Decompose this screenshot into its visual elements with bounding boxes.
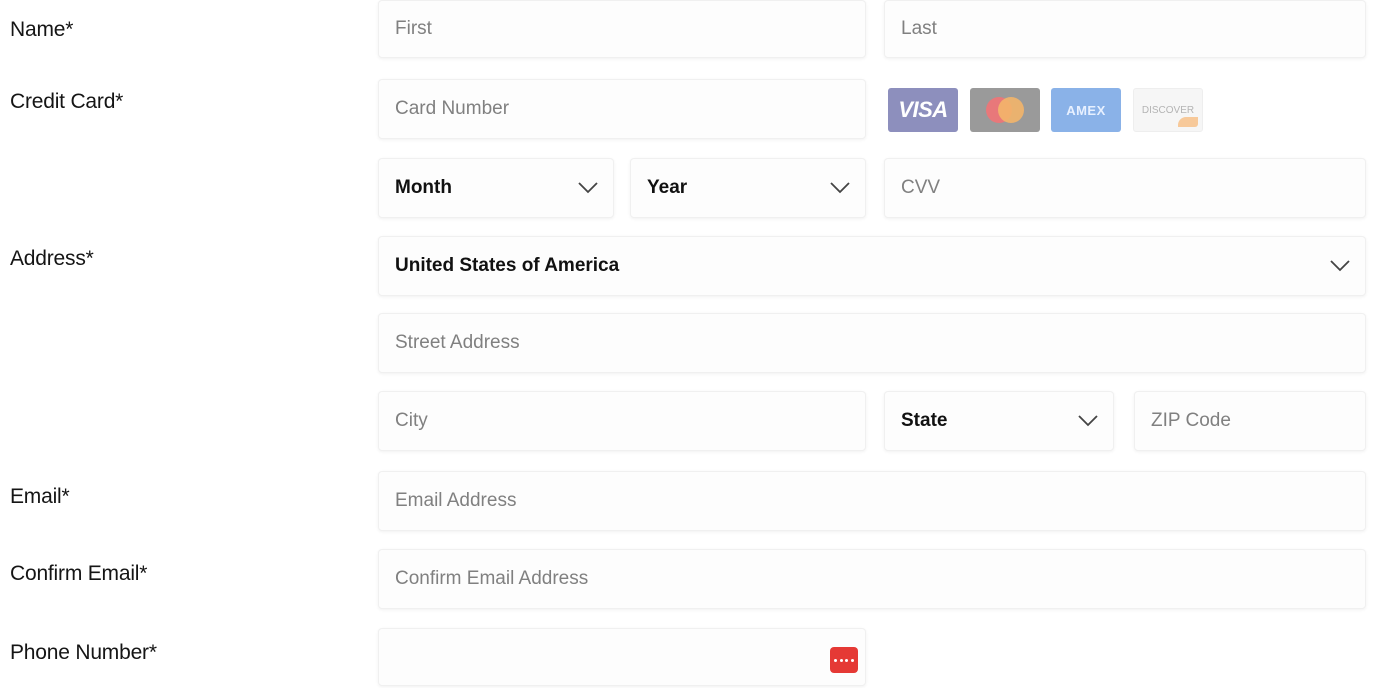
city-input[interactable] (395, 392, 851, 450)
cvv-field[interactable] (884, 158, 1366, 218)
first-name-input[interactable] (395, 1, 851, 57)
mastercard-icon (970, 88, 1040, 132)
password-manager-icon[interactable] (830, 647, 858, 673)
visa-text: VISA (898, 97, 948, 122)
month-select[interactable]: Month (378, 158, 614, 218)
email-field[interactable] (378, 471, 1366, 531)
zip-code-input[interactable] (1151, 392, 1351, 450)
street-address-input[interactable] (395, 314, 1351, 372)
phone-number-label: Phone Number* (10, 641, 157, 664)
chevron-down-icon (578, 182, 598, 194)
discover-text: DISCOVER (1141, 104, 1195, 116)
email-input[interactable] (395, 472, 1351, 530)
state-select[interactable]: State (884, 391, 1114, 451)
phone-number-input[interactable] (395, 629, 851, 685)
confirm-email-label: Confirm Email* (10, 562, 148, 585)
card-number-field[interactable] (378, 79, 866, 139)
cvv-input[interactable] (901, 159, 1351, 217)
last-name-input[interactable] (901, 1, 1351, 57)
email-label: Email* (10, 485, 70, 508)
card-number-input[interactable] (395, 80, 851, 138)
last-name-field[interactable] (884, 0, 1366, 58)
credit-card-label: Credit Card* (10, 90, 124, 113)
chevron-down-icon (1330, 260, 1350, 272)
amex-icon: AMEX (1051, 88, 1121, 132)
address-label: Address* (10, 247, 94, 270)
street-address-field[interactable] (378, 313, 1366, 373)
year-select[interactable]: Year (630, 158, 866, 218)
month-value: Month (395, 177, 452, 198)
name-label: Name* (10, 18, 74, 41)
discover-icon: DISCOVER (1133, 88, 1203, 132)
country-select[interactable]: United States of America (378, 236, 1366, 296)
state-value: State (901, 410, 948, 431)
first-name-field[interactable] (378, 0, 866, 58)
phone-number-field[interactable] (378, 628, 866, 686)
confirm-email-field[interactable] (378, 549, 1366, 609)
zip-code-field[interactable] (1134, 391, 1366, 451)
city-field[interactable] (378, 391, 866, 451)
chevron-down-icon (830, 182, 850, 194)
amex-text: AMEX (1066, 102, 1106, 118)
country-value: United States of America (395, 255, 620, 276)
year-value: Year (647, 177, 688, 198)
chevron-down-icon (1078, 415, 1098, 427)
confirm-email-input[interactable] (395, 550, 1351, 608)
visa-icon: VISA (888, 88, 958, 132)
